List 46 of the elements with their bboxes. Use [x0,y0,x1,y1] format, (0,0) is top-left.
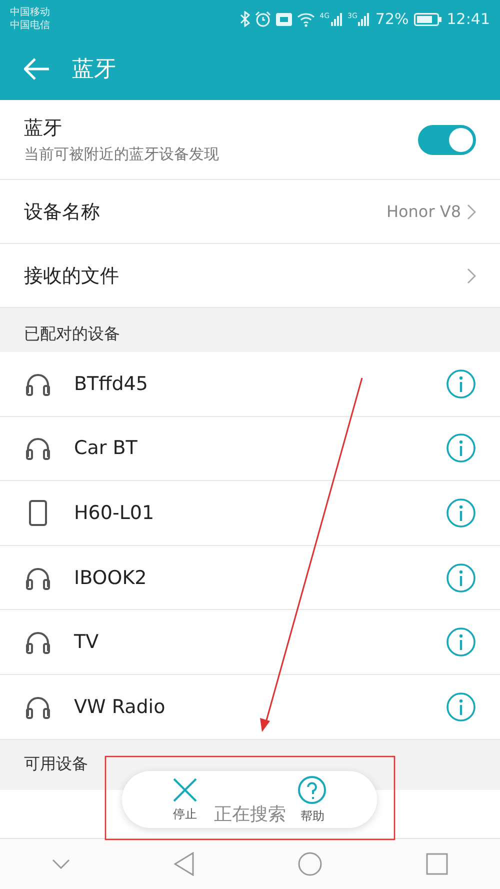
setting-label[interactable]: 设备名称 [24,198,100,224]
searching-status: 正在搜索 [214,802,286,826]
bluetooth-icon [240,11,250,27]
setting-label[interactable]: 接收的文件 [24,262,119,288]
back-arrow-icon[interactable] [24,58,50,80]
chevron-down-icon[interactable] [52,859,70,870]
section-header: 可用设备 [24,754,88,776]
info-icon[interactable] [446,498,476,528]
hd-icon [276,12,292,26]
chevron-right-icon[interactable] [467,268,476,284]
bluetooth-toggle[interactable] [418,124,476,154]
info-icon[interactable] [446,627,476,658]
home-icon[interactable] [298,852,322,876]
device-name[interactable]: VW Radio [74,696,446,718]
page-title: 蓝牙 [72,56,116,84]
headphones-icon [24,629,52,656]
setting-value: Honor V8 [386,202,461,221]
device-name[interactable]: TV [74,631,446,654]
clock-time: 12:41 [446,10,490,28]
setting-description: 当前可被附近的蓝牙设备发现 [24,145,219,164]
help-icon [297,774,328,804]
signal-icon [330,12,343,26]
action-button[interactable]: 帮助 [297,774,328,824]
battery-percentage: 72% [375,10,409,28]
back-icon[interactable] [174,852,194,876]
info-icon[interactable] [446,368,476,399]
info-icon[interactable] [446,433,476,464]
recents-icon[interactable] [426,853,448,876]
info-icon[interactable] [446,562,476,593]
info-icon[interactable] [446,692,476,722]
signal-icon [358,12,370,26]
device-name[interactable]: H60-L01 [74,502,446,524]
device-name[interactable]: Car BT [74,437,446,460]
section-header: 已配对的设备 [24,324,120,345]
headphones-icon [24,435,52,462]
close-icon [172,776,198,802]
battery-icon [414,12,442,26]
action-button[interactable]: 停止 [172,776,198,822]
device-name[interactable]: BTffd45 [74,372,446,395]
device-name[interactable]: IBOOK2 [74,566,446,589]
setting-label: 蓝牙 [24,116,63,141]
chevron-right-icon[interactable] [467,204,476,220]
carrier-name: 中国移动 [10,6,50,19]
wifi-icon [296,12,315,26]
carrier-name: 中国电信 [10,19,50,32]
alarm-icon [254,11,271,27]
